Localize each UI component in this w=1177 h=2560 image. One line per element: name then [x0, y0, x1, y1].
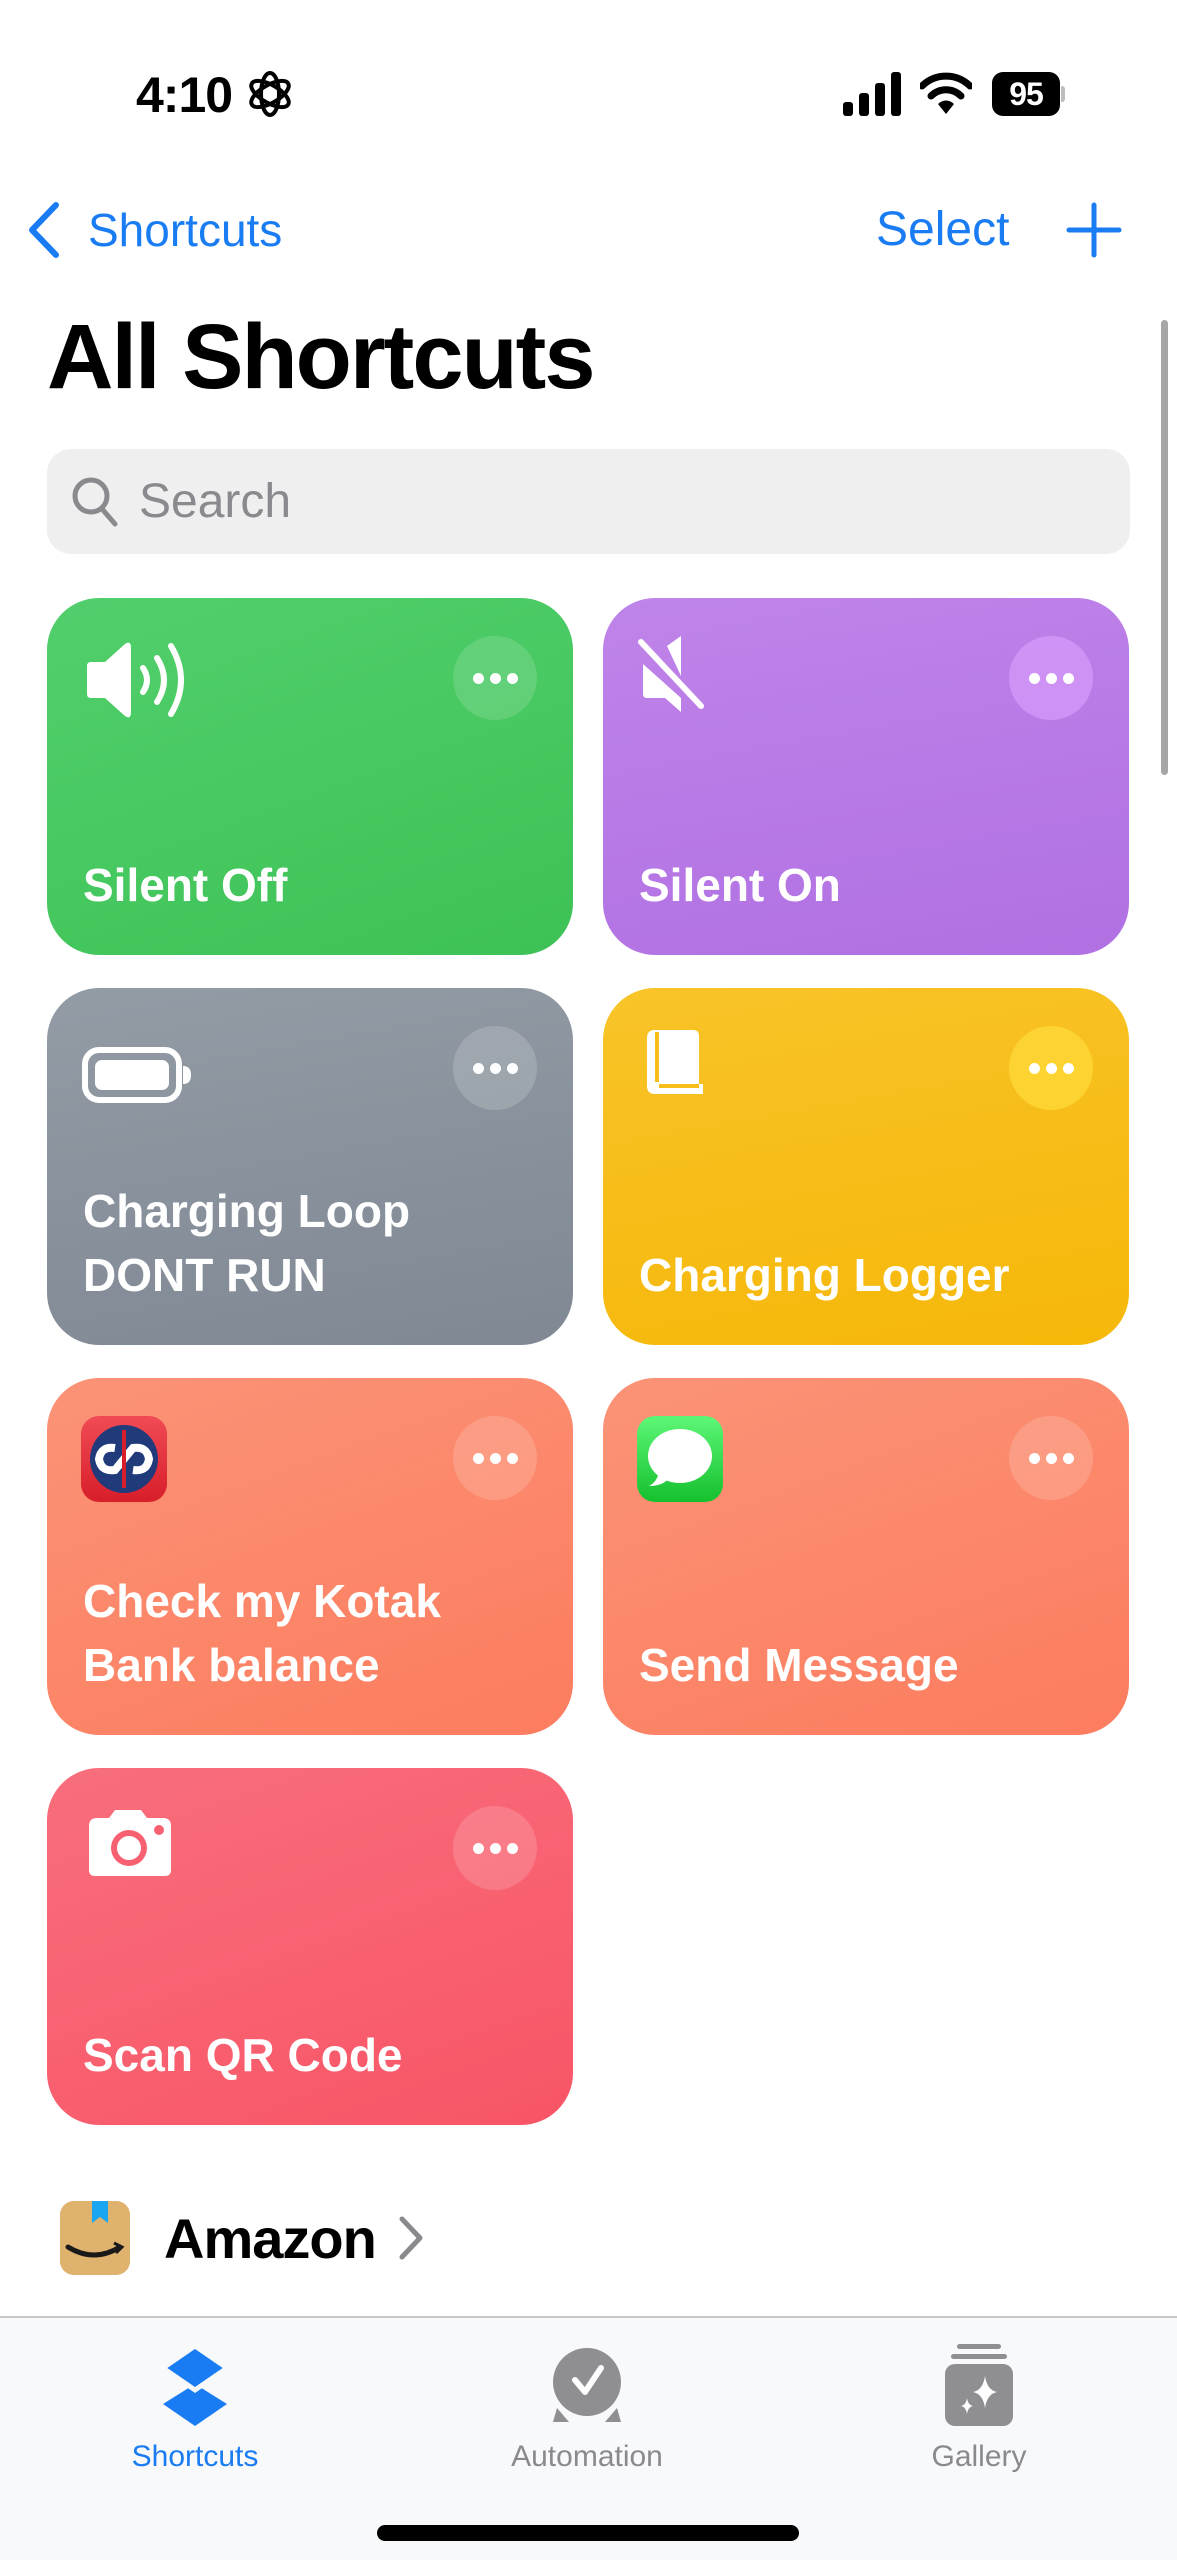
- wifi-icon: [920, 72, 972, 114]
- shortcut-label: Silent On: [639, 859, 841, 911]
- dot: [506, 1842, 518, 1854]
- tab-gallery[interactable]: Gallery: [869, 2330, 1089, 2480]
- layers-icon: [158, 2344, 232, 2426]
- more-options-button[interactable]: [453, 1806, 537, 1890]
- tab-label: Automation: [511, 2440, 663, 2473]
- shortcut-label: Silent Off: [83, 859, 288, 911]
- dot: [506, 1062, 518, 1074]
- shortcut-card-silent-on[interactable]: Silent On: [603, 598, 1129, 955]
- page-title: All Shortcuts: [47, 306, 595, 408]
- shortcut-card-silent-off[interactable]: Silent Off: [47, 598, 573, 955]
- speaker-wave-icon: [87, 642, 184, 718]
- kotak-app-icon: [81, 1416, 167, 1502]
- more-options-button[interactable]: [1009, 1416, 1093, 1500]
- dot: [506, 672, 518, 684]
- dot: [472, 1062, 484, 1074]
- tab-label: Gallery: [931, 2440, 1027, 2473]
- back-button[interactable]: Shortcuts: [24, 198, 282, 262]
- more-options-button[interactable]: [453, 636, 537, 720]
- search-bar[interactable]: [47, 449, 1130, 554]
- more-options-button[interactable]: [1009, 636, 1093, 720]
- clock-check-icon: [553, 2348, 621, 2422]
- shortcut-label: Check my Kotak Bank balance: [83, 1575, 441, 1691]
- dot: [1028, 1452, 1040, 1464]
- search-icon: [72, 477, 118, 526]
- shortcut-label: Charging Logger: [639, 1249, 1010, 1301]
- cellular-signal-icon: [843, 72, 901, 116]
- book-icon: [647, 1030, 703, 1094]
- dot: [472, 1842, 484, 1854]
- folder-name: Amazon: [164, 2206, 377, 2270]
- more-options-button[interactable]: [453, 1026, 537, 1110]
- dot: [1045, 1062, 1057, 1074]
- dot: [1028, 672, 1040, 684]
- shortcut-card-kotak-balance[interactable]: Check my Kotak Bank balance: [47, 1378, 573, 1735]
- battery-level: 95: [992, 72, 1060, 116]
- shortcut-card-send-message[interactable]: Send Message: [603, 1378, 1129, 1735]
- amazon-app-icon: [60, 2201, 130, 2275]
- dot: [1045, 672, 1057, 684]
- dot: [489, 1452, 501, 1464]
- dot: [472, 672, 484, 684]
- dot: [1062, 1452, 1074, 1464]
- dot: [489, 672, 501, 684]
- battery-indicator: 95: [992, 72, 1066, 116]
- shortcut-card-charging-logger[interactable]: Charging Logger: [603, 988, 1129, 1345]
- camera-icon: [89, 1810, 171, 1876]
- shortcut-label: Scan QR Code: [83, 2029, 403, 2081]
- more-options-button[interactable]: [1009, 1026, 1093, 1110]
- tab-automation[interactable]: Automation: [477, 2330, 697, 2480]
- home-indicator[interactable]: [377, 2525, 799, 2541]
- folder-amazon[interactable]: Amazon: [60, 2198, 424, 2278]
- shortcut-card-charging-loop[interactable]: Charging Loop DONT RUN: [47, 988, 573, 1345]
- search-input[interactable]: [139, 474, 1039, 529]
- dot: [1028, 1062, 1040, 1074]
- dot: [472, 1452, 484, 1464]
- messages-app-icon: [637, 1416, 723, 1502]
- tab-label: Shortcuts: [131, 2440, 259, 2473]
- dot: [506, 1452, 518, 1464]
- select-button[interactable]: Select: [876, 198, 1009, 262]
- tab-shortcuts[interactable]: Shortcuts: [85, 2330, 305, 2480]
- speaker-muted-icon: [638, 636, 704, 712]
- plus-icon[interactable]: [1066, 202, 1122, 258]
- shortcut-card-scan-qr[interactable]: Scan QR Code: [47, 1768, 573, 2125]
- chevron-left-icon: [29, 202, 59, 258]
- scroll-indicator[interactable]: [1161, 320, 1168, 775]
- more-options-button[interactable]: [453, 1416, 537, 1500]
- dot: [489, 1842, 501, 1854]
- dot: [489, 1062, 501, 1074]
- dot: [1062, 1062, 1074, 1074]
- dot: [1062, 672, 1074, 684]
- chevron-right-icon: [399, 2216, 423, 2260]
- gallery-sparkle-icon: [945, 2344, 1013, 2426]
- battery-cap: [1061, 86, 1065, 102]
- back-label: Shortcuts: [88, 204, 283, 256]
- shortcut-label: Send Message: [639, 1639, 959, 1691]
- tab-bar: Shortcuts Automation Gallery: [0, 2316, 1177, 2560]
- battery-full-icon: [82, 1047, 191, 1103]
- shortcut-label: Charging Loop DONT RUN: [83, 1185, 411, 1301]
- dot: [1045, 1452, 1057, 1464]
- gear-icon: [249, 71, 291, 117]
- status-time: 4:10: [136, 67, 233, 123]
